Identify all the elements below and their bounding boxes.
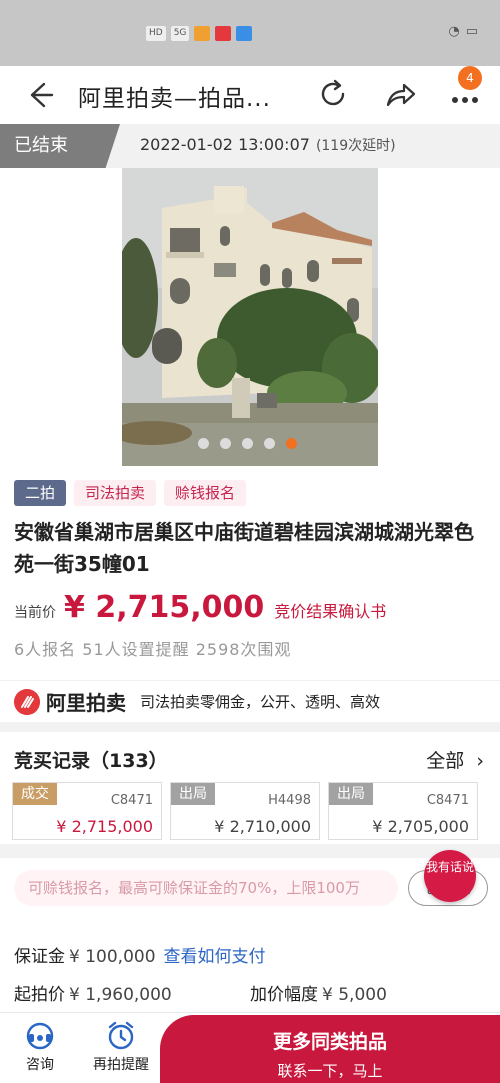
consult-button[interactable]: 咨询 xyxy=(10,1021,70,1074)
price-label: 当前价 xyxy=(14,605,56,621)
gallery-dot[interactable] xyxy=(198,438,209,449)
records-title: 竞买记录（133） xyxy=(14,750,168,772)
alarm-clock-icon xyxy=(108,1021,134,1050)
chevron-right-icon: › xyxy=(470,750,484,772)
bid-cards: 成交 C8471 ¥ 2,715,000 出局 H4498 ¥ 2,710,00… xyxy=(12,782,478,840)
status-right-icons: ◔ ▭ xyxy=(448,24,478,39)
wifi-icon: ◔ xyxy=(448,24,460,39)
back-arrow-icon[interactable] xyxy=(22,78,56,112)
cta-subtitle: 联系一下，马上 xyxy=(277,1062,383,1080)
bid-records: 竞买记录（133） 全部 › 成交 C8471 ¥ 2,715,000 出局 H… xyxy=(0,732,500,844)
page-title: 阿里拍卖—拍品... xyxy=(78,86,271,112)
image-gallery[interactable] xyxy=(0,168,500,472)
delay-count: (119次延时) xyxy=(315,138,396,154)
gallery-dot-active[interactable] xyxy=(286,438,297,449)
deposit-row: 保证金 ¥ 100,000 查看如何支付 xyxy=(14,942,266,967)
records-all-label: 全部 xyxy=(426,750,465,772)
chat-bubble-button[interactable]: 我有话说 xyxy=(424,850,476,902)
bid-amount: ¥ 2,710,000 xyxy=(214,817,311,836)
gallery-dot[interactable] xyxy=(220,438,231,449)
consult-label: 咨询 xyxy=(26,1057,54,1073)
app-icon xyxy=(194,25,211,41)
bidder-id: C8471 xyxy=(426,793,469,808)
share-icon[interactable] xyxy=(382,77,418,113)
item-tags: 二拍 司法拍卖 赊钱报名 xyxy=(14,480,247,506)
current-price: ¥ 2,715,000 xyxy=(64,590,265,625)
auction-fees: 保证金 ¥ 100,000 查看如何支付 起拍价 ¥ 1,960,000 加价幅度 ¥ … xyxy=(0,928,500,1012)
increment-row: 加价幅度 ¥ 5,000 xyxy=(250,980,387,1005)
hd-icon: HD xyxy=(146,25,166,41)
bid-status: 出局 xyxy=(171,783,215,805)
gallery-dot[interactable] xyxy=(264,438,275,449)
bidder-id: H4498 xyxy=(268,793,311,808)
item-title: 安徽省巢湖市居巢区中庙街道碧桂园滨湖城湖光翠色苑一街35幢01 xyxy=(14,520,474,576)
top-nav-bar: 阿里拍卖—拍品... 4 xyxy=(0,66,500,124)
property-photo[interactable] xyxy=(122,168,378,466)
notification-badge: 4 xyxy=(458,66,482,90)
more-similar-items-button[interactable]: 更多同类拍品 联系一下，马上 xyxy=(160,1015,500,1083)
deposit-value: ¥ 100,000 xyxy=(69,947,156,967)
remind-button[interactable]: 再拍提醒 xyxy=(86,1021,156,1074)
tag-judicial: 司法拍卖 xyxy=(74,480,157,506)
bottom-action-bar: 咨询 再拍提醒 更多同类拍品 联系一下，马上 xyxy=(0,1012,500,1083)
bid-card[interactable]: 出局 C8471 ¥ 2,705,000 xyxy=(328,782,478,840)
gallery-dot[interactable] xyxy=(242,438,253,449)
app-icon xyxy=(215,25,232,41)
gallery-indicator xyxy=(198,438,297,449)
brand-logo: 阿里拍卖 xyxy=(14,687,126,716)
auction-status-bar: 已结束 2022-01-02 13:00:07 (119次延时) xyxy=(0,124,500,168)
end-time: 2022-01-02 13:00:07 (119次延时) xyxy=(140,135,396,155)
status-ended-tag: 已结束 xyxy=(0,124,120,168)
refresh-icon[interactable] xyxy=(316,77,350,111)
how-to-pay-link[interactable]: 查看如何支付 xyxy=(164,947,266,967)
cta-title: 更多同类拍品 xyxy=(272,1031,387,1053)
bid-status: 出局 xyxy=(329,783,373,805)
start-price-row: 起拍价 ¥ 1,960,000 xyxy=(14,980,172,1005)
bid-card[interactable]: 出局 H4498 ¥ 2,710,000 xyxy=(170,782,320,840)
tag-credit-signup: 赊钱报名 xyxy=(164,480,247,506)
deposit-label: 保证金 xyxy=(14,947,65,967)
start-price-label: 起拍价 xyxy=(14,985,65,1005)
records-all-link[interactable]: 全部 › xyxy=(426,746,484,773)
item-info: 二拍 司法拍卖 赊钱报名 安徽省巢湖市居巢区中庙街道碧桂园滨湖城湖光翠色苑一街3… xyxy=(0,472,500,680)
remind-label: 再拍提醒 xyxy=(93,1057,149,1073)
brand-name: 阿里拍卖 xyxy=(46,691,126,715)
item-stats: 6人报名 51人设置提醒 2598次围观 xyxy=(14,640,292,659)
battery-icon: ▭ xyxy=(465,24,478,39)
brand-strip: 阿里拍卖 司法拍卖零佣金，公开、透明、高效 xyxy=(0,680,500,722)
result-confirmation-link[interactable]: 竞价结果确认书 xyxy=(274,598,386,622)
credit-hint-text: 可赊钱报名，最高可赊保证金的70%，上限100万 xyxy=(14,870,398,906)
bid-card[interactable]: 成交 C8471 ¥ 2,715,000 xyxy=(12,782,162,840)
ali-auction-logo-icon xyxy=(14,688,40,715)
signal-icon: 5G xyxy=(170,25,190,41)
bid-amount: ¥ 2,715,000 xyxy=(56,817,153,836)
bidder-id: C8471 xyxy=(110,793,153,808)
increment-value: ¥ 5,000 xyxy=(322,985,387,1005)
brand-slogan: 司法拍卖零佣金，公开、透明、高效 xyxy=(140,693,381,711)
bid-amount: ¥ 2,705,000 xyxy=(372,817,469,836)
price-row: 当前价 ¥ 2,715,000 竞价结果确认书 xyxy=(14,590,386,625)
headset-icon xyxy=(26,1022,54,1050)
end-time-value: 2022-01-02 13:00:07 xyxy=(140,135,310,154)
start-price-value: ¥ 1,960,000 xyxy=(69,985,172,1005)
increment-label: 加价幅度 xyxy=(250,985,318,1005)
app-icon xyxy=(236,25,253,41)
tag-round: 二拍 xyxy=(14,480,67,506)
bid-status: 成交 xyxy=(13,783,57,805)
system-status-bar: HD 5G ◔ ▭ xyxy=(0,0,500,66)
